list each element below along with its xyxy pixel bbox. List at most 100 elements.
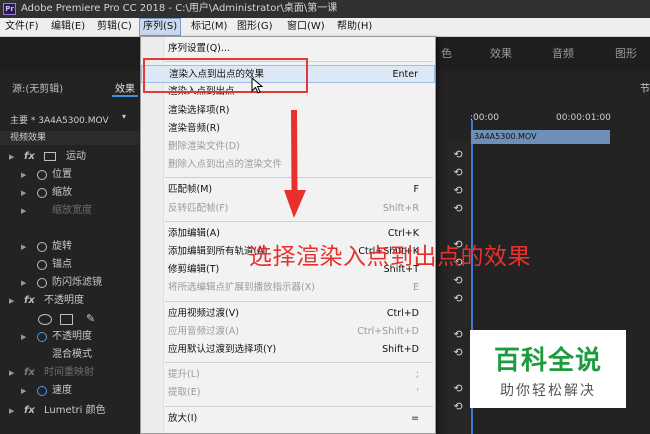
menu-item-shortcut: ' (416, 387, 419, 399)
reset-icon[interactable]: ⟲ (452, 203, 464, 215)
property-row-rotation[interactable]: ▶ 旋转 (0, 238, 140, 256)
menu-separator (165, 362, 433, 364)
reset-icon[interactable]: ⟲ (452, 347, 464, 359)
expand-triangle-icon[interactable]: ▶ (21, 166, 26, 184)
sequence-menu-item[interactable]: 序列设置(Q)... (141, 40, 435, 58)
menu-file[interactable]: 文件(F) (2, 18, 42, 36)
expand-triangle-icon[interactable]: ▶ (9, 148, 14, 166)
sequence-menu-item[interactable]: 应用视频过渡(V) Ctrl+D (141, 305, 435, 323)
property-row-opacity[interactable]: ▶ 不透明度 (0, 328, 140, 346)
effect-row-opacity[interactable]: ▶ fx 不透明度 (0, 292, 140, 310)
effect-label: 不透明度 (44, 295, 84, 306)
menu-clip[interactable]: 剪辑(C) (94, 18, 135, 36)
ellipse-mask-icon[interactable] (38, 314, 52, 325)
motion-transform-icon[interactable] (44, 152, 56, 161)
property-label: 缩放 (52, 187, 72, 198)
menu-edit[interactable]: 编辑(E) (48, 18, 88, 36)
menu-item-label: 渲染音频(R) (168, 122, 221, 134)
menu-item-label: 渲染选择项(R) (168, 104, 230, 116)
effect-row-lumetri[interactable]: ▶ fx Lumetri 颜色 (0, 402, 140, 420)
property-row-scale[interactable]: ▶ 缩放 (0, 184, 140, 202)
property-row-anchor[interactable]: 锚点 (0, 256, 140, 274)
menu-separator (165, 300, 433, 302)
effect-label: Lumetri 颜色 (44, 405, 106, 416)
workspace-tab-audio[interactable]: 音频 (552, 45, 574, 61)
workspace-tab-graphics[interactable]: 图形 (615, 45, 637, 61)
reset-icon[interactable]: ⟲ (452, 167, 464, 179)
watermark-subtitle: 助你轻松解决 (500, 383, 596, 399)
expand-triangle-icon[interactable]: ▶ (21, 184, 26, 202)
reset-icon[interactable]: ⟲ (452, 293, 464, 305)
expand-triangle-icon[interactable]: ▶ (21, 274, 26, 292)
menu-item-label: 将所选编辑点扩展到播放指示器(X) (168, 282, 315, 294)
property-row-antiflicker[interactable]: ▶ 防闪烁滤镜 (0, 274, 140, 292)
pen-tool-icon[interactable]: ✎ (86, 310, 95, 328)
menu-item-shortcut: ; (415, 369, 419, 381)
stopwatch-icon[interactable] (37, 260, 47, 270)
menu-item-label: 放大(I) (168, 412, 198, 424)
effect-label: 运动 (66, 151, 86, 162)
menu-marker[interactable]: 标记(M) (188, 18, 230, 36)
menu-separator (165, 220, 433, 222)
expand-triangle-icon[interactable]: ▶ (9, 402, 14, 420)
reset-icon[interactable]: ⟲ (452, 185, 464, 197)
stopwatch-icon[interactable] (37, 242, 47, 252)
expand-triangle-icon[interactable]: ▶ (21, 382, 26, 400)
fx-icon[interactable]: fx (24, 364, 35, 382)
chevron-down-icon[interactable]: ▾ (122, 112, 126, 121)
reset-icon[interactable]: ⟲ (452, 383, 464, 395)
menu-item-label: 序列设置(Q)... (168, 43, 230, 54)
timeline-clip[interactable]: 3A4A5300.MOV (471, 130, 610, 144)
workspace-tab-color[interactable]: 色 (441, 45, 452, 61)
effect-label: 时间重映射 (44, 367, 94, 378)
reset-buttons-column: ⟲ ⟲ ⟲ ⟲ ⟲ ⟲ ⟲ ⟲ ⟲ ⟲ ⟲ ⟲ (448, 140, 470, 434)
workspace-tab-effects[interactable]: 效果 (490, 45, 512, 61)
source-panel-tab[interactable]: 源:(无剪辑) (12, 80, 63, 95)
stopwatch-icon[interactable] (37, 278, 47, 288)
property-row-position[interactable]: ▶ 位置 (0, 166, 140, 184)
property-row-blend-mode[interactable]: 混合模式 (0, 346, 140, 364)
window-title: Adobe Premiere Pro CC 2018 - C:\用户\Admin… (21, 3, 338, 14)
menu-item-label: 提取(E) (168, 387, 201, 399)
sequence-menu-item: 提升(L); (141, 366, 435, 384)
stopwatch-icon[interactable] (37, 188, 47, 198)
reset-icon[interactable]: ⟲ (452, 149, 464, 161)
menu-item-shortcut: F (413, 184, 419, 196)
property-row-speed[interactable]: ▶ 速度 (0, 382, 140, 400)
master-clip-selector[interactable]: 主要 * 3A4A5300.MOV ▾ (0, 110, 140, 126)
property-label: 锚点 (52, 259, 72, 270)
fx-icon[interactable]: fx (24, 148, 35, 166)
sequence-menu-item: 应用音频过渡(A) Ctrl+Shift+D (141, 323, 435, 341)
video-effects-header: 视频效果 (0, 131, 140, 145)
menu-window[interactable]: 窗口(W) (284, 18, 328, 36)
stopwatch-icon[interactable] (37, 170, 47, 180)
menu-item-shortcut: Ctrl+D (386, 307, 419, 319)
sequence-menu-item[interactable]: 放大(I) = (141, 410, 435, 428)
workspace-tabs: 色 效果 音频 图形 (437, 40, 650, 66)
fx-icon[interactable]: fx (24, 292, 35, 310)
menu-graphics[interactable]: 图形(G) (234, 18, 276, 36)
reset-icon[interactable]: ⟲ (452, 329, 464, 341)
menu-sequence[interactable]: 序列(S) (139, 18, 182, 36)
expand-triangle-icon[interactable]: ▶ (21, 328, 26, 346)
rectangle-mask-icon[interactable] (60, 314, 73, 325)
reset-icon[interactable]: ⟲ (452, 275, 464, 287)
effect-row-time-remap[interactable]: ▶ fx 时间重映射 (0, 364, 140, 382)
menu-item-label: 修剪编辑(T) (168, 264, 220, 276)
expand-triangle-icon: ▶ (21, 207, 27, 215)
menu-separator (165, 405, 433, 407)
sequence-menu-item[interactable]: 应用默认过渡到选择项(Y) Shift+D (141, 341, 435, 359)
expand-triangle-icon[interactable]: ▶ (9, 364, 14, 382)
menu-item-label: 匹配帧(M) (168, 184, 213, 196)
stopwatch-icon[interactable] (37, 332, 47, 342)
expand-triangle-icon[interactable]: ▶ (21, 238, 26, 256)
expand-triangle-icon[interactable]: ▶ (9, 292, 14, 310)
stopwatch-icon[interactable] (37, 386, 47, 396)
menu-help[interactable]: 帮助(H) (334, 18, 375, 36)
effect-row-motion[interactable]: ▶ fx 运动 (0, 148, 140, 166)
fx-icon[interactable]: fx (24, 402, 35, 420)
menu-item-label: 应用视频过渡(V) (168, 307, 239, 319)
effect-controls-tab[interactable]: 效果 (115, 80, 135, 95)
reset-icon[interactable]: ⟲ (452, 401, 464, 413)
menu-item-label: 反转匹配帧(F) (168, 202, 229, 214)
